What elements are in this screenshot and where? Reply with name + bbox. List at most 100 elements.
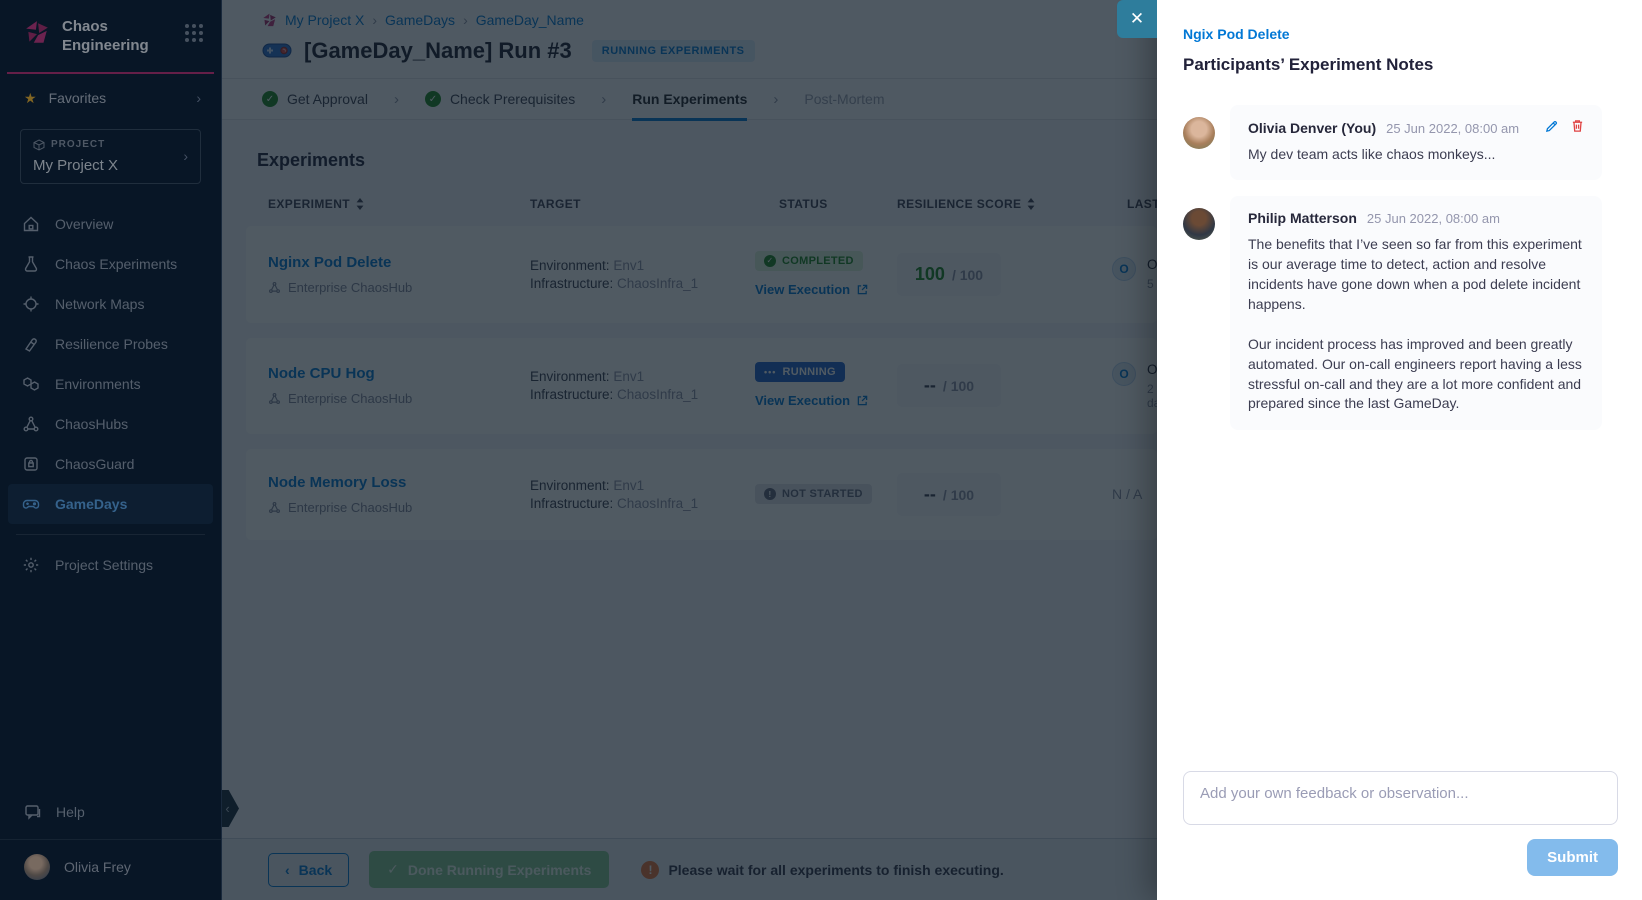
chaos-logo-icon [24, 20, 50, 46]
last-updated-by: Oliv [1147, 362, 1157, 377]
nav-label: GameDays [55, 496, 127, 512]
project-eyebrow: PROJECT [51, 139, 105, 150]
comment-card: Olivia Denver (You) 25 Jun 2022, 08:00 a… [1230, 105, 1602, 180]
nav-label: Chaos Experiments [55, 256, 177, 272]
project-name: My Project X [33, 157, 183, 174]
nav-label: ChaosHubs [55, 416, 128, 432]
sidebar-item-chaosguard[interactable]: ChaosGuard [8, 444, 213, 484]
sidebar-item-environments[interactable]: Environments [8, 364, 213, 404]
app-title: Chaos Engineering [62, 18, 173, 56]
sidebar-item-resilience-probes[interactable]: Resilience Probes [8, 324, 213, 364]
close-icon: ✕ [1130, 9, 1144, 29]
sidebar-item-project-settings[interactable]: Project Settings [8, 545, 213, 585]
exclamation-icon: ! [764, 488, 776, 500]
drawer-title: Participants’ Experiment Notes [1183, 55, 1618, 75]
view-execution-link[interactable]: View Execution [755, 282, 868, 297]
sidebar-item-chaos-experiments[interactable]: Chaos Experiments [8, 244, 213, 284]
check-icon: ✓ [262, 91, 278, 107]
external-link-icon [857, 284, 868, 295]
trash-icon [1571, 119, 1584, 133]
stepper-tabs: ✓ Get Approval › ✓ Check Prerequisites ›… [222, 78, 1157, 120]
sort-icon[interactable] [1027, 198, 1035, 210]
experiment-link[interactable]: Nginx Pod Delete [268, 254, 530, 271]
sidebar-nav: Overview Chaos Experiments Network Maps … [0, 204, 221, 585]
sidebar-item-gamedays[interactable]: GameDays [8, 484, 213, 524]
section-title: Experiments [257, 150, 1157, 171]
view-execution-link[interactable]: View Execution [755, 393, 868, 408]
user-menu[interactable]: Olivia Frey [0, 839, 221, 900]
edit-note-button[interactable] [1545, 120, 1558, 133]
infra-value: ChaosInfra_1 [617, 387, 698, 402]
done-running-experiments-button[interactable]: ✓ Done Running Experiments [369, 851, 609, 888]
submit-button[interactable]: Submit [1527, 839, 1618, 876]
tab-label: Get Approval [287, 91, 368, 107]
chevron-left-icon: ‹ [225, 801, 229, 816]
breadcrumb-link-project[interactable]: My Project X [285, 12, 364, 28]
hub-icon [268, 501, 281, 514]
breadcrumb: My Project X › GameDays › GameDay_Name [222, 0, 1157, 28]
delete-note-button[interactable] [1571, 119, 1584, 133]
feedback-input[interactable] [1183, 771, 1618, 825]
help-label: Help [56, 804, 85, 820]
breadcrumb-link-gameday-name[interactable]: GameDay_Name [476, 12, 584, 28]
home-icon [22, 215, 40, 233]
chevron-right-icon: › [773, 91, 778, 108]
env-label: Environment: [530, 478, 610, 493]
experiment-link[interactable]: Node Memory Loss [268, 474, 530, 491]
nav-label: Project Settings [55, 557, 153, 573]
sidebar-item-help[interactable]: Help [0, 791, 221, 839]
sidebar-item-favorites[interactable]: ★ Favorites › [0, 74, 221, 119]
gamepad-icon [22, 495, 40, 513]
col-experiment: EXPERIMENT [268, 197, 350, 211]
env-value: Env1 [613, 478, 644, 493]
status-badge: ! NOT STARTED [755, 484, 872, 504]
breadcrumb-separator: › [463, 12, 468, 28]
spacer [1183, 446, 1618, 771]
tab-check-prerequisites[interactable]: ✓ Check Prerequisites [425, 78, 575, 120]
last-updated-time: 2 da [1147, 382, 1157, 410]
sidebar-item-chaoshubs[interactable]: ChaosHubs [8, 404, 213, 444]
drawer-experiment-link[interactable]: Ngix Pod Delete [1183, 26, 1290, 42]
sidebar-item-overview[interactable]: Overview [8, 204, 213, 244]
score-value: -- [924, 375, 936, 396]
sort-icon[interactable] [356, 198, 364, 210]
page-header: My Project X › GameDays › GameDay_Name [… [222, 0, 1157, 78]
wait-warning: ! Please wait for all experiments to fin… [641, 861, 1003, 879]
tab-run-experiments[interactable]: Run Experiments [632, 78, 747, 120]
close-button[interactable]: ✕ [1117, 0, 1157, 38]
tab-post-mortem[interactable]: Post-Mortem [804, 78, 884, 120]
hub-icon [268, 392, 281, 405]
check-icon: ✓ [425, 91, 441, 107]
env-label: Environment: [530, 258, 610, 273]
apps-grid-icon[interactable] [185, 24, 203, 42]
experiments-section: Experiments EXPERIMENT TARGET STATUS RES… [222, 120, 1157, 540]
nav-label: Network Maps [55, 296, 144, 312]
comment-item: Olivia Denver (You) 25 Jun 2022, 08:00 a… [1183, 105, 1602, 180]
comment-author: Philip Matterson [1248, 210, 1357, 226]
comment-item: Philip Matterson 25 Jun 2022, 08:00 am T… [1183, 196, 1602, 430]
tab-get-approval[interactable]: ✓ Get Approval [262, 78, 368, 120]
guard-lock-icon [22, 455, 40, 473]
hub-icon [268, 281, 281, 294]
run-status-badge: RUNNING EXPERIMENTS [592, 40, 755, 62]
check-icon: ✓ [764, 255, 776, 267]
chevron-right-icon: › [394, 91, 399, 108]
score-value: 100 [915, 264, 945, 285]
col-target: TARGET [530, 197, 581, 211]
nav-divider [16, 534, 205, 535]
score-max: / 100 [952, 267, 983, 283]
score-max: / 100 [943, 487, 974, 503]
sidebar-collapse-handle[interactable]: ‹ [222, 790, 239, 827]
probe-icon [22, 335, 40, 353]
notes-drawer: ✕ Ngix Pod Delete Participants’ Experime… [1157, 0, 1642, 900]
comment-author: Olivia Denver (You) [1248, 120, 1376, 136]
project-selector[interactable]: PROJECT My Project X › [20, 129, 201, 184]
experiment-link[interactable]: Node CPU Hog [268, 365, 530, 382]
sidebar-item-network-maps[interactable]: Network Maps [8, 284, 213, 324]
back-button[interactable]: ‹ Back [268, 853, 349, 887]
infra-label: Infrastructure: [530, 387, 613, 402]
col-last: LAST [1127, 197, 1157, 211]
chevron-right-icon: › [601, 91, 606, 108]
breadcrumb-link-gamedays[interactable]: GameDays [385, 12, 455, 28]
table-row: Node CPU Hog Enterprise ChaosHub Environ… [246, 338, 1157, 434]
